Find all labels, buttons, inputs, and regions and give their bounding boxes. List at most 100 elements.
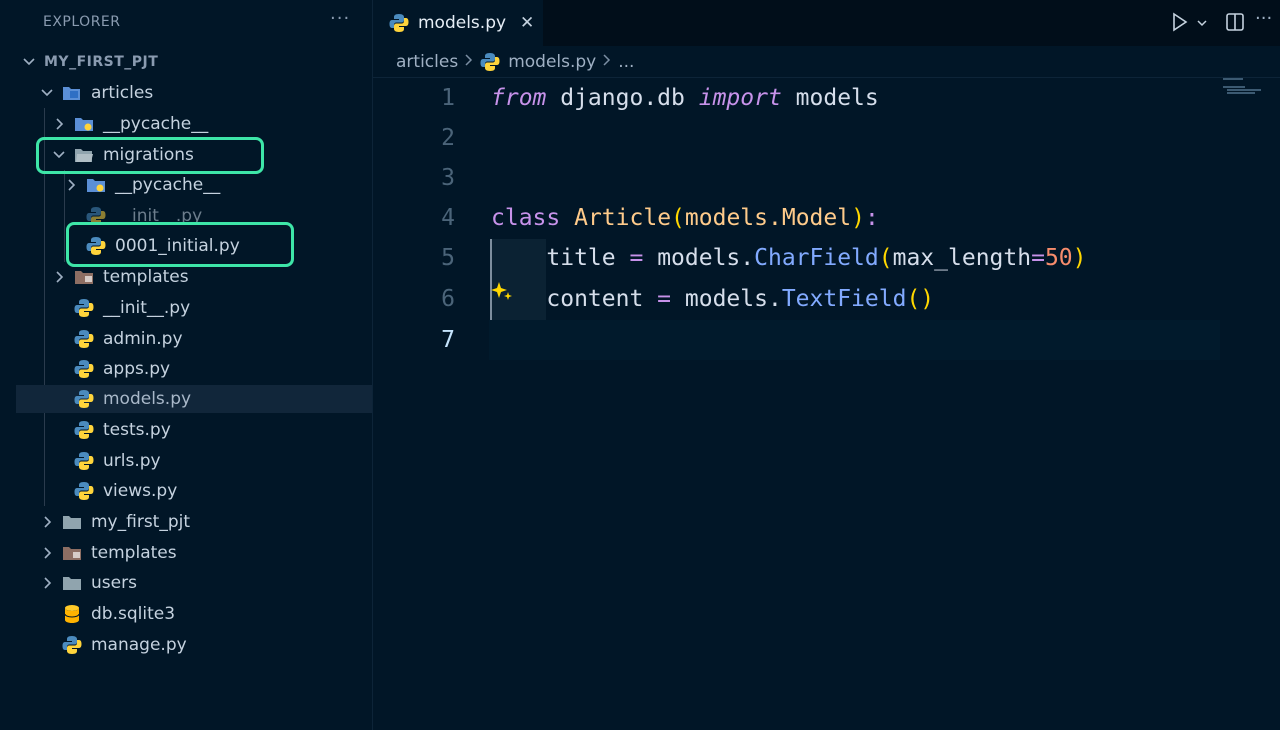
- token-number: 50: [1044, 245, 1073, 271]
- python-file-icon: [74, 299, 94, 317]
- minimap[interactable]: [1223, 78, 1273, 108]
- token-function: TextField: [781, 286, 907, 312]
- line-number: 4: [441, 205, 455, 231]
- line-number: 6: [441, 286, 455, 312]
- explorer-more-actions-icon[interactable]: ···: [330, 8, 350, 29]
- code-line[interactable]: 5 title = models.CharField(max_length=50…: [373, 238, 1223, 278]
- tab-label: models.py: [418, 13, 507, 33]
- token-variable: title: [546, 245, 630, 271]
- tree-folder-pycache[interactable]: __pycache__: [62, 171, 220, 199]
- more-actions-icon[interactable]: ···: [1255, 8, 1272, 29]
- editor-tab-bar: models.py ✕ ···: [373, 0, 1280, 46]
- highlight-box-migrations: [36, 137, 264, 174]
- folder-templates-icon: [62, 544, 82, 562]
- breadcrumb-symbols[interactable]: ...: [618, 52, 634, 72]
- tree-file-admin[interactable]: admin.py: [74, 325, 183, 353]
- close-icon[interactable]: ✕: [520, 13, 534, 33]
- tree-file-apps[interactable]: apps.py: [74, 355, 170, 383]
- folder-python-icon: [74, 115, 94, 133]
- tree-label: __pycache__: [103, 114, 209, 134]
- code-text: from django.db import models: [491, 85, 879, 111]
- tree-folder-articles[interactable]: articles: [38, 79, 153, 107]
- breadcrumb-file[interactable]: models.py: [508, 52, 596, 72]
- highlight-box-0001-initial: [66, 222, 294, 267]
- tab-models-py[interactable]: models.py ✕: [373, 0, 543, 46]
- tree-file-models[interactable]: models.py: [16, 385, 372, 413]
- python-file-icon: [74, 360, 94, 378]
- tree-label: tests.py: [103, 420, 171, 440]
- folder-python-icon: [86, 176, 106, 194]
- token-keyword: class: [491, 205, 561, 231]
- token-keyword: import: [698, 85, 782, 111]
- token-bracket: (: [671, 205, 685, 231]
- token-bracket: ): [1072, 245, 1087, 271]
- code-line-active[interactable]: 7: [373, 320, 1223, 360]
- tree-label: apps.py: [103, 359, 171, 379]
- folder-templates-icon: [74, 268, 94, 286]
- python-file-icon: [74, 421, 94, 439]
- line-number: 5: [441, 245, 455, 271]
- code-line[interactable]: 4 class Article(models.Model):: [373, 198, 1223, 238]
- tree-folder-templates[interactable]: templates: [50, 263, 189, 291]
- tree-file-tests[interactable]: tests.py: [74, 416, 171, 444]
- tree-file-manage[interactable]: manage.py: [62, 631, 187, 659]
- python-file-icon: [480, 52, 500, 72]
- explorer-sidebar: EXPLORER ··· MY_FIRST_PJT articles __pyc…: [0, 0, 373, 730]
- split-editor-icon[interactable]: [1225, 12, 1245, 36]
- code-text: class Article(models.Model):: [491, 205, 879, 231]
- chevron-down-icon[interactable]: [1196, 14, 1208, 33]
- line-number: 2: [441, 125, 455, 151]
- code-editor[interactable]: 1 from django.db import models 2 3 4 cla…: [373, 78, 1280, 730]
- code-text: title = models.CharField(max_length=50): [491, 245, 1087, 271]
- tree-file-db[interactable]: db.sqlite3: [62, 600, 175, 628]
- python-file-icon: [74, 482, 94, 500]
- token-bracket: (: [878, 245, 893, 271]
- line-number: 1: [441, 85, 455, 111]
- database-icon: [62, 605, 82, 623]
- token-variable: content: [546, 286, 658, 312]
- tree-root-label: MY_FIRST_PJT: [44, 54, 159, 70]
- breadcrumb: articles models.py ...: [373, 46, 1280, 78]
- tree-label: admin.py: [103, 329, 183, 349]
- tree-file-init[interactable]: __init__.py: [74, 294, 190, 322]
- tree-label: __init__.py: [103, 298, 191, 318]
- code-text: content = models.TextField(): [491, 286, 934, 312]
- code-line[interactable]: 1 from django.db import models: [373, 78, 1223, 118]
- line-number: 7: [441, 327, 455, 353]
- token-bracket: ): [851, 205, 865, 231]
- tree-root-folder[interactable]: MY_FIRST_PJT: [20, 48, 158, 76]
- tree-folder-my-first-pjt[interactable]: my_first_pjt: [38, 508, 190, 536]
- tree-folder-templates-root[interactable]: templates: [38, 539, 177, 567]
- tree-label: my_first_pjt: [91, 512, 191, 532]
- explorer-title: EXPLORER: [43, 14, 121, 30]
- token-base-class: Model: [781, 205, 852, 231]
- chevron-right-icon: [38, 546, 56, 560]
- folder-icon: [62, 513, 82, 531]
- python-file-icon: [389, 13, 409, 33]
- tree-label: articles: [91, 83, 154, 103]
- code-line[interactable]: 2: [373, 118, 1223, 158]
- tree-label: models.py: [103, 389, 192, 409]
- tree-label: templates: [91, 543, 177, 563]
- run-icon[interactable]: [1171, 12, 1189, 36]
- tree-file-views[interactable]: views.py: [74, 477, 177, 505]
- tree-label: __pycache__: [115, 175, 221, 195]
- token-keyword: from: [491, 85, 547, 111]
- token-class-name: Article: [574, 205, 672, 231]
- token-base-module: models.: [684, 205, 782, 231]
- token-module: models.: [671, 286, 782, 312]
- chevron-down-icon: [38, 86, 56, 100]
- tree-folder-users[interactable]: users: [38, 569, 137, 597]
- tree-folder-pycache[interactable]: __pycache__: [50, 110, 208, 138]
- token-operator: =: [1031, 245, 1045, 271]
- python-file-icon: [74, 330, 94, 348]
- breadcrumb-folder[interactable]: articles: [396, 52, 458, 72]
- chevron-right-icon: [38, 576, 56, 590]
- token-operator: =: [657, 286, 672, 312]
- tree-file-urls[interactable]: urls.py: [74, 447, 161, 475]
- chevron-down-icon: [20, 55, 38, 69]
- python-file-icon: [74, 452, 94, 470]
- code-line[interactable]: 3: [373, 158, 1223, 198]
- tree-label: urls.py: [103, 451, 161, 471]
- sparkle-ai-icon[interactable]: [490, 279, 514, 309]
